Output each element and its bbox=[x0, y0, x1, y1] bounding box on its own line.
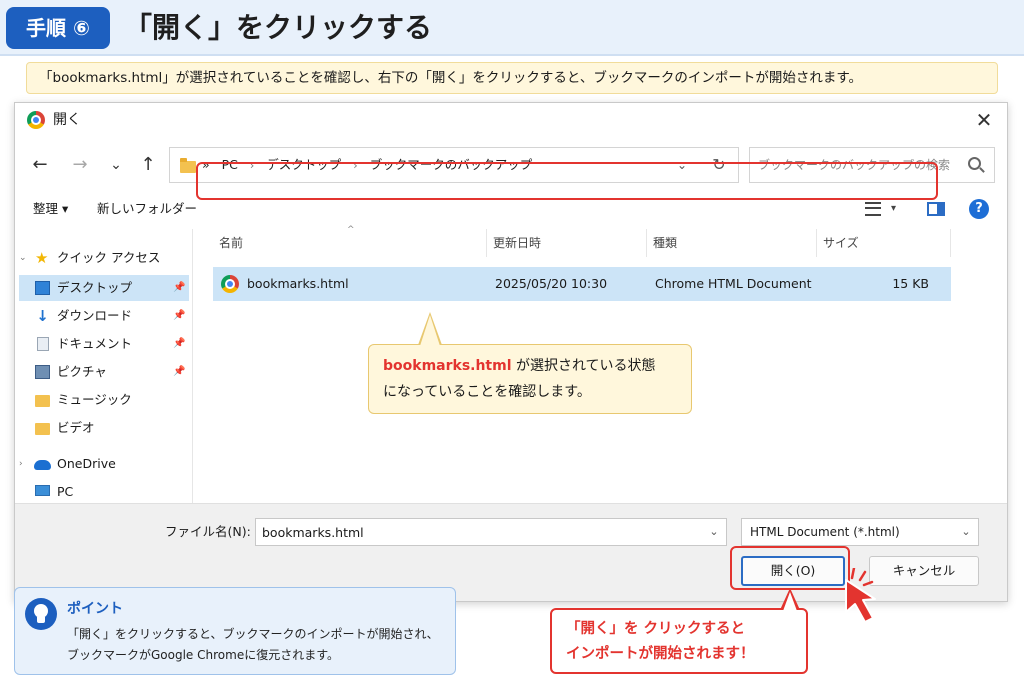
star-icon: ★ bbox=[35, 249, 49, 267]
music-folder-icon bbox=[35, 395, 50, 407]
red-callout-line: インポートが開始されます！ bbox=[566, 646, 755, 662]
red-callout-pointer-fill bbox=[783, 592, 797, 611]
sidebar-item-label: ダウンロード bbox=[57, 308, 133, 323]
chevron-down-icon[interactable]: ⌄ bbox=[958, 519, 974, 545]
expander-chevron-icon[interactable]: ⌄ bbox=[19, 245, 27, 271]
filetype-value: HTML Document (*.html) bbox=[750, 525, 900, 539]
file-modified: 2025/05/20 10:30 bbox=[495, 276, 608, 291]
open-click-callout: 「開く」を クリックすると インポートが開始されます！ bbox=[550, 608, 808, 674]
tip-line: ブックマークがGoogle Chromeに復元されます。 bbox=[67, 648, 340, 662]
close-button[interactable]: ✕ bbox=[969, 105, 999, 135]
expander-chevron-icon[interactable]: › bbox=[19, 451, 23, 477]
sidebar-item-music[interactable]: ミュージック bbox=[15, 387, 193, 413]
filename-input[interactable] bbox=[262, 522, 682, 542]
tutorial-page: 手順 ⑥ 「開く」をクリックする 「bookmarks.html」が選択されてい… bbox=[0, 0, 1024, 683]
callout-text: が選択されている状態 bbox=[511, 358, 656, 374]
dialog-titlebar: 開く ✕ bbox=[15, 103, 1007, 137]
filename-combobox[interactable]: ⌄ bbox=[255, 518, 727, 546]
sidebar-item-videos[interactable]: ビデオ bbox=[15, 415, 193, 441]
sidebar-item-label: クイック アクセス bbox=[57, 250, 161, 265]
pin-icon: 📌 bbox=[173, 310, 186, 321]
lightbulb-icon bbox=[25, 598, 57, 630]
file-size: 15 KB bbox=[892, 276, 929, 291]
sidebar-item-pictures[interactable]: ピクチャ 📌 bbox=[15, 359, 193, 385]
selection-callout: bookmarks.html が選択されている状態 になっていることを確認します… bbox=[368, 344, 692, 414]
sidebar-item-downloads[interactable]: ↓ ダウンロード 📌 bbox=[15, 303, 193, 329]
view-list-icon[interactable] bbox=[865, 202, 881, 216]
file-type: Chrome HTML Document bbox=[655, 276, 812, 291]
open-button-highlight bbox=[730, 546, 850, 590]
desktop-icon bbox=[35, 281, 50, 295]
forward-arrow-icon[interactable]: → bbox=[67, 145, 93, 185]
callout-filename: bookmarks.html bbox=[383, 358, 512, 374]
sidebar-item-documents[interactable]: ドキュメント 📌 bbox=[15, 331, 193, 357]
sidebar-item-label: PC bbox=[57, 484, 74, 499]
callout-text: になっていることを確認します。 bbox=[383, 384, 591, 400]
navigation-pane: ⌄ ★ クイック アクセス デスクトップ 📌 ↓ ダウンロード 📌 ドキュメント… bbox=[15, 229, 193, 503]
column-header-type[interactable]: 種類 bbox=[647, 229, 817, 257]
pointer-cursor-icon bbox=[845, 568, 876, 623]
back-arrow-icon[interactable]: ← bbox=[27, 145, 53, 185]
instruction-banner: 「bookmarks.html」が選択されていることを確認し、右下の「開く」をク… bbox=[26, 62, 998, 94]
callout-pointer-fill bbox=[420, 315, 440, 346]
pin-icon: 📌 bbox=[173, 366, 186, 377]
tip-box: ポイント 「開く」をクリックすると、ブックマークのインポートが開始され、 ブック… bbox=[14, 587, 456, 675]
column-header-name[interactable]: 名前 bbox=[213, 229, 487, 257]
chrome-file-icon bbox=[221, 275, 239, 293]
sidebar-item-desktop[interactable]: デスクトップ 📌 bbox=[19, 275, 189, 301]
video-folder-icon bbox=[35, 423, 50, 435]
sidebar-item-label: ピクチャ bbox=[57, 364, 107, 379]
dialog-title: 開く bbox=[53, 112, 81, 128]
organize-menu-button[interactable]: 整理 ▾ bbox=[33, 195, 68, 223]
step-title: 「開く」をクリックする bbox=[124, 11, 433, 44]
column-header-size[interactable]: サイズ bbox=[817, 229, 951, 257]
sidebar-item-label: ドキュメント bbox=[57, 336, 133, 351]
onedrive-icon bbox=[34, 460, 51, 470]
up-arrow-icon[interactable]: ↑ bbox=[135, 145, 161, 185]
pc-icon bbox=[35, 485, 50, 496]
sidebar-item-label: ビデオ bbox=[57, 420, 95, 435]
sidebar-item-label: デスクトップ bbox=[57, 280, 133, 295]
recent-locations-chevron-icon[interactable]: ⌄ bbox=[103, 145, 129, 185]
filename-label: ファイル名(N): bbox=[165, 524, 251, 539]
step-header: 手順 ⑥ 「開く」をクリックする bbox=[0, 0, 1024, 56]
search-icon[interactable] bbox=[968, 157, 981, 170]
pictures-icon bbox=[35, 365, 50, 379]
column-header-modified[interactable]: 更新日時 bbox=[487, 229, 647, 257]
tip-title: ポイント bbox=[67, 601, 123, 617]
sidebar-item-pc[interactable]: PC bbox=[15, 479, 193, 505]
sidebar-item-quick-access[interactable]: ⌄ ★ クイック アクセス bbox=[15, 245, 193, 271]
chrome-logo-icon bbox=[27, 111, 45, 129]
tip-line: 「開く」をクリックすると、ブックマークのインポートが開始され、 bbox=[67, 627, 439, 641]
pin-icon: 📌 bbox=[173, 282, 186, 293]
step-badge: 手順 ⑥ bbox=[6, 7, 110, 49]
chevron-down-icon[interactable]: ⌄ bbox=[706, 519, 722, 545]
sidebar-item-label: ミュージック bbox=[57, 392, 132, 407]
sidebar-item-onedrive[interactable]: › OneDrive bbox=[15, 451, 193, 477]
red-callout-line: 「開く」を クリックすると bbox=[566, 621, 746, 637]
file-name: bookmarks.html bbox=[247, 276, 349, 291]
sidebar-item-label: OneDrive bbox=[57, 456, 116, 471]
document-icon bbox=[37, 337, 49, 351]
table-row[interactable]: bookmarks.html 2025/05/20 10:30 Chrome H… bbox=[213, 267, 951, 301]
file-row-highlight bbox=[196, 162, 938, 200]
download-icon: ↓ bbox=[36, 307, 49, 325]
help-icon[interactable]: ? bbox=[969, 199, 989, 219]
folder-icon bbox=[180, 158, 196, 173]
tip-body: 「開く」をクリックすると、ブックマークのインポートが開始され、 ブックマークがG… bbox=[67, 624, 451, 666]
preview-pane-icon[interactable] bbox=[927, 202, 945, 216]
new-folder-button[interactable]: 新しいフォルダー bbox=[97, 195, 197, 223]
filetype-select[interactable]: HTML Document (*.html) ⌄ bbox=[741, 518, 979, 546]
pin-icon: 📌 bbox=[173, 338, 186, 349]
